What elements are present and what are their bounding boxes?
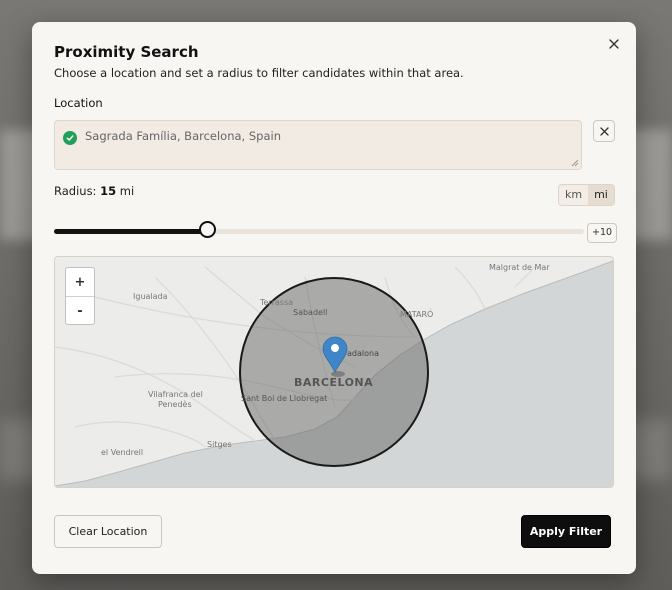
modal-title: Proximity Search <box>54 43 199 61</box>
map-label: Sabadell <box>293 308 327 317</box>
slider-fill <box>54 229 208 234</box>
radius-value: 15 <box>100 184 117 198</box>
map-label: Sant Boi de Llobregat <box>241 394 327 403</box>
map-label: Penedès <box>158 399 192 409</box>
map-label: Igualada <box>133 292 168 301</box>
check-icon <box>63 131 77 145</box>
radius-step-button[interactable]: +10 <box>587 223 618 243</box>
unit-toggle: km mi <box>558 184 615 206</box>
location-value: Sagrada Família, Barcelona, Spain <box>85 129 281 143</box>
radius-label: Radius: 15 mi <box>54 184 134 198</box>
map-label: Vilafranca del <box>148 390 203 399</box>
slider-thumb[interactable] <box>198 221 216 238</box>
zoom-control: + - <box>65 267 95 325</box>
map-label: MATARÓ <box>400 308 433 319</box>
close-button[interactable] <box>606 36 622 52</box>
map-label: Sitges <box>207 440 232 449</box>
resize-handle-icon[interactable] <box>571 159 579 167</box>
apply-filter-button[interactable]: Apply Filter <box>521 515 611 548</box>
map-label: Malgrat de Mar <box>489 263 550 272</box>
close-icon <box>609 39 619 49</box>
clear-location-button[interactable]: Clear Location <box>54 515 162 548</box>
map-label: el Vendrell <box>101 448 143 457</box>
location-input[interactable]: Sagrada Família, Barcelona, Spain <box>54 120 582 170</box>
close-icon <box>599 126 609 136</box>
radius-label-text: Radius: <box>54 184 97 198</box>
map[interactable]: Malgrat de Mar Igualada Terrassa Sabadel… <box>54 256 614 488</box>
unit-option-km[interactable]: km <box>559 185 588 205</box>
zoom-out-button[interactable]: - <box>66 296 94 324</box>
location-label: Location <box>54 96 103 110</box>
unit-option-mi[interactable]: mi <box>588 185 614 205</box>
map-label: adalona <box>347 349 379 358</box>
radius-unit: mi <box>119 184 135 198</box>
clear-location-x-button[interactable] <box>593 120 615 142</box>
map-label: BARCELONA <box>294 376 373 389</box>
zoom-in-button[interactable]: + <box>66 268 94 296</box>
radius-slider[interactable] <box>54 221 584 238</box>
proximity-search-modal: Proximity Search Choose a location and s… <box>32 22 636 574</box>
map-label: Terrassa <box>259 298 293 307</box>
modal-description: Choose a location and set a radius to fi… <box>54 66 464 80</box>
map-canvas[interactable]: Malgrat de Mar Igualada Terrassa Sabadel… <box>55 257 613 487</box>
